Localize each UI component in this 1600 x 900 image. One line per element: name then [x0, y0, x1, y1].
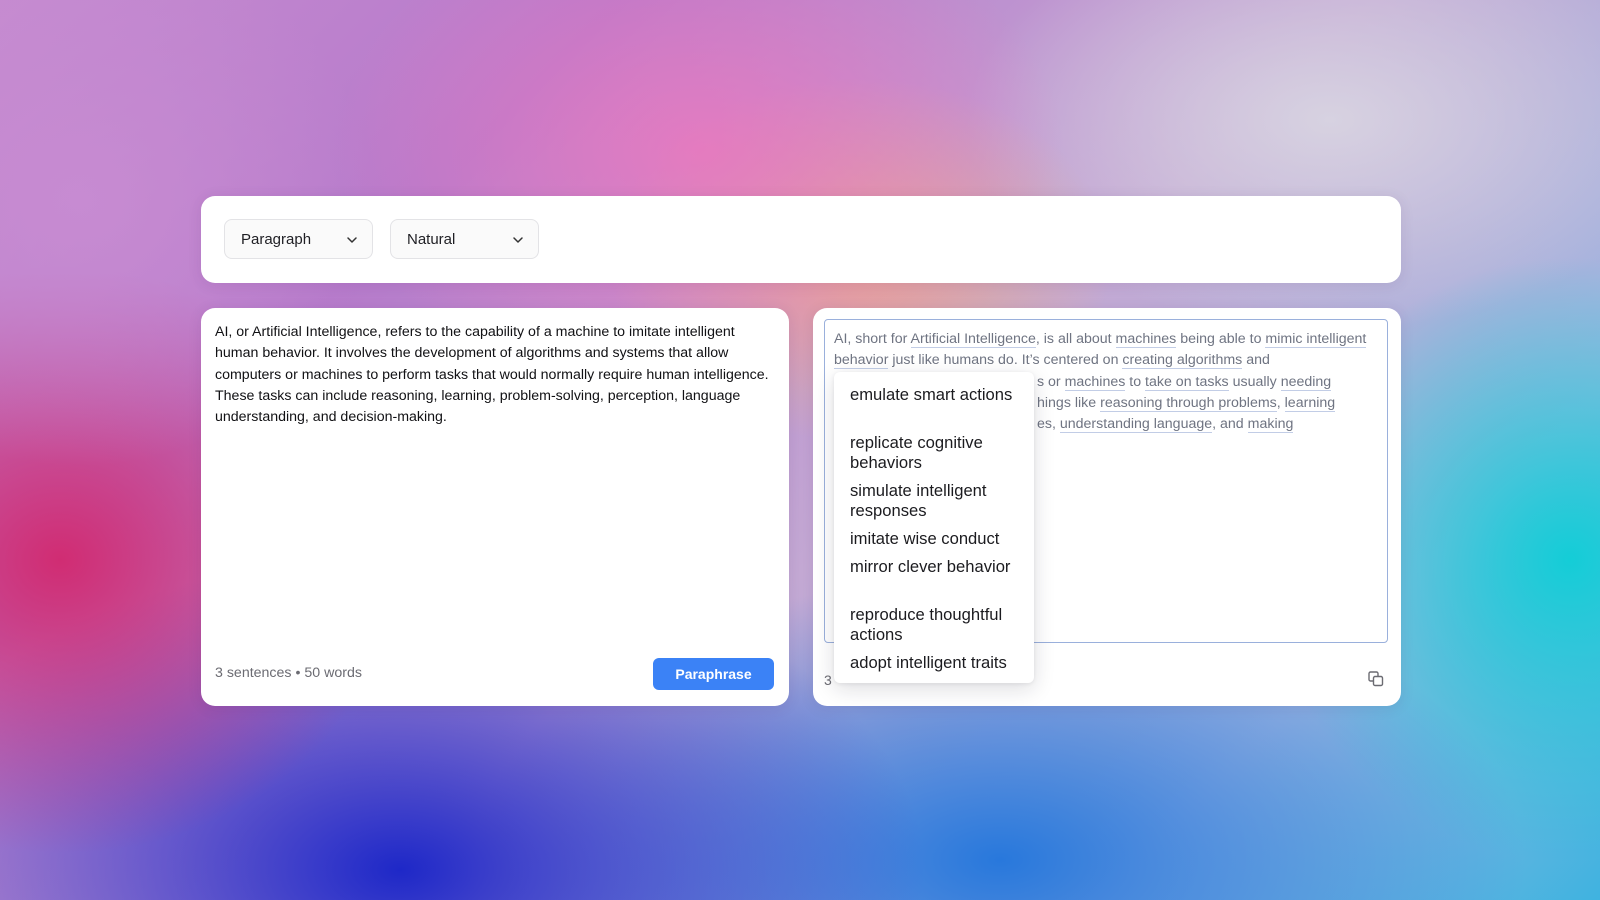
synonym-dropdown: emulate smart actions replicate cognitiv… [834, 372, 1034, 683]
chevron-down-icon [513, 237, 523, 243]
paraphrase-button[interactable]: Paraphrase [653, 658, 774, 690]
input-panel: AI, or Artificial Intelligence, refers t… [201, 308, 789, 706]
synonym-option[interactable]: simulate intelligent responses [850, 481, 1030, 521]
output-word-count: 3 [824, 672, 832, 688]
mode-select-value: Paragraph [241, 231, 312, 248]
mode-select[interactable]: Paragraph [224, 219, 373, 259]
output-text-segment: and [1242, 352, 1270, 369]
output-text-segment: s or [1037, 373, 1065, 390]
synonym-option[interactable]: mirror clever behavior [850, 557, 1030, 577]
output-text-segment: hings like [1037, 394, 1101, 411]
synonym-option[interactable]: adopt intelligent traits [850, 653, 1030, 673]
synonym-phrase[interactable]: machines [1064, 373, 1126, 391]
output-text-segment: , and [1212, 416, 1248, 433]
synonym-option[interactable]: reproduce thoughtful actions [850, 605, 1030, 645]
synonym-phrase[interactable]: machines [1115, 331, 1177, 348]
synonym-phrase[interactable]: Artificial Intelligence [910, 331, 1036, 348]
output-text-segment: AI, short for [834, 331, 911, 347]
synonym-option[interactable]: emulate smart actions [850, 385, 1030, 405]
synonym-phrase[interactable]: take on tasks [1145, 373, 1229, 391]
tone-select[interactable]: Natural [390, 219, 539, 259]
synonym-phrase[interactable]: reasoning through problems [1100, 394, 1277, 412]
input-word-count: 3 sentences • 50 words [215, 665, 362, 681]
tone-select-value: Natural [407, 231, 456, 248]
output-text-segment: being able to [1176, 331, 1266, 347]
synonym-option[interactable]: replicate cognitive behaviors [850, 433, 1030, 473]
output-text-segment: es, [1037, 416, 1060, 433]
settings-toolbar: Paragraph Natural [201, 196, 1401, 283]
synonym-phrase[interactable]: creating algorithms [1122, 352, 1243, 370]
synonym-phrase[interactable]: making [1247, 416, 1294, 434]
output-text-segment: to [1125, 373, 1146, 390]
input-textarea[interactable]: AI, or Artificial Intelligence, refers t… [215, 322, 775, 428]
synonym-option[interactable]: imitate wise conduct [850, 529, 1030, 549]
synonym-phrase[interactable]: needing [1280, 373, 1332, 391]
synonym-phrase[interactable]: understanding language [1059, 416, 1213, 434]
copy-icon[interactable] [1367, 670, 1385, 688]
chevron-down-icon [347, 237, 357, 243]
output-text-segment: , is all about [1035, 331, 1116, 347]
synonym-phrase[interactable]: learning [1284, 394, 1336, 412]
output-text-segment: , [1276, 394, 1285, 411]
output-text-segment: just like humans do. It’s centered on [888, 352, 1123, 369]
output-text-segment: usually [1228, 373, 1281, 390]
